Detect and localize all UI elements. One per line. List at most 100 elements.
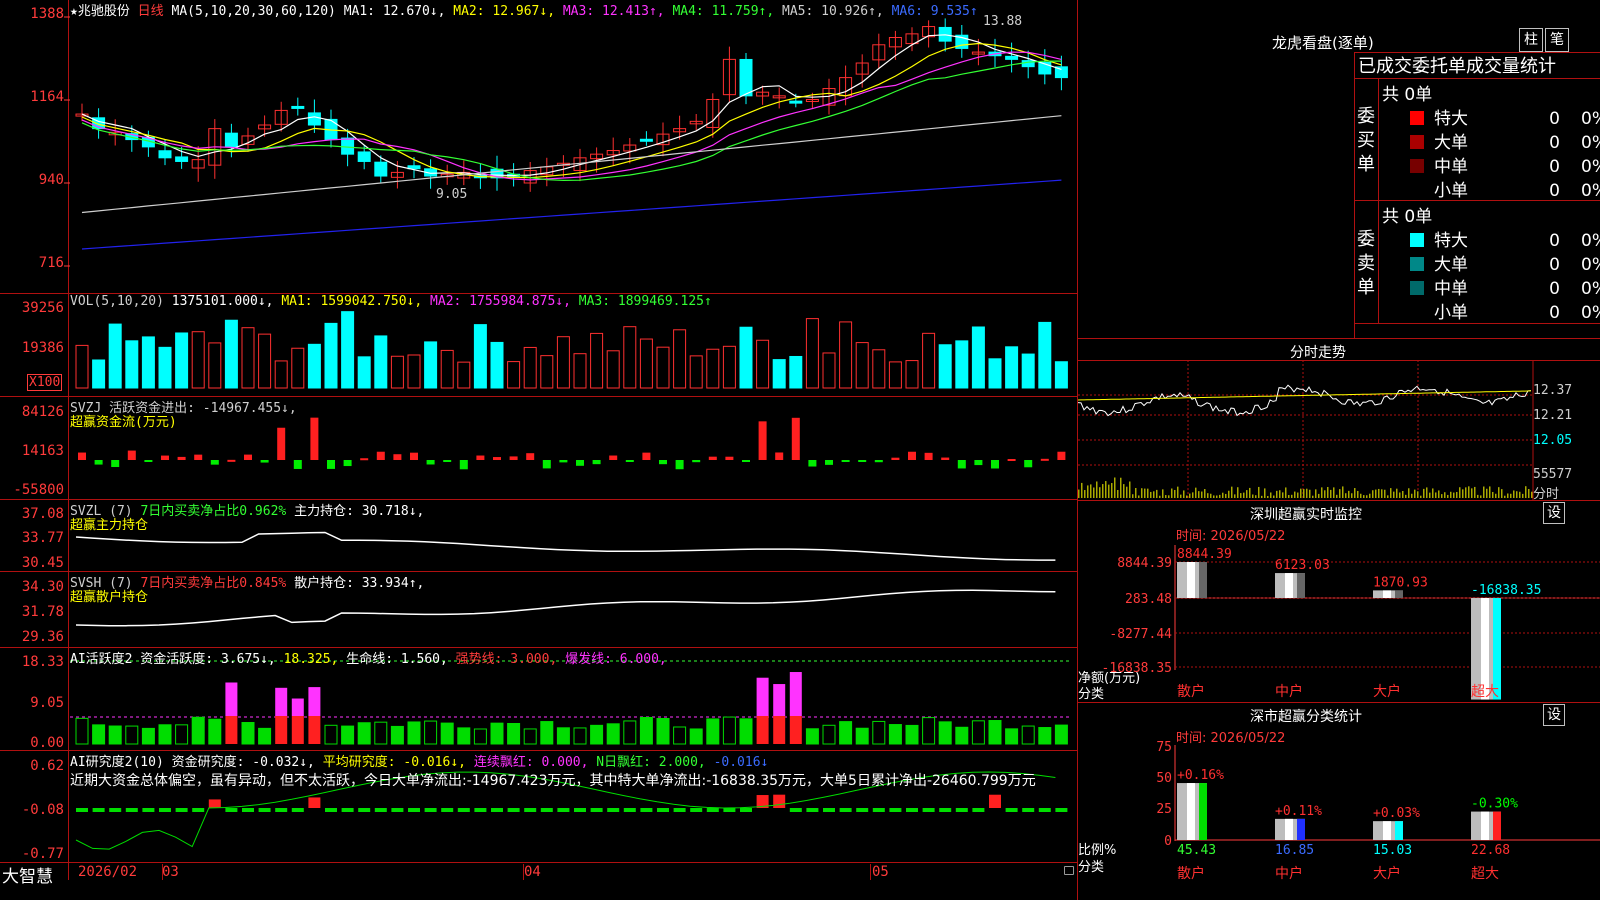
activity-bar [839,721,853,745]
volume-bar [108,323,122,389]
legend-swatch [1410,183,1424,197]
intraday-vol-bar [1159,495,1161,498]
intraday-chart[interactable] [1078,360,1600,500]
flow-bar [327,460,335,469]
bar-value-label: 8844.39 [1177,547,1232,562]
intraday-vol-bar [1087,485,1089,498]
svsh-axis-1: 34.30 [21,579,64,595]
flow-bar [775,452,784,460]
intraday-vol-bar [1396,488,1398,498]
volume-bar [75,344,89,389]
activity-bar [1021,725,1035,745]
axis-tick-label: 50 [1156,771,1172,786]
intraday-vol-bar [1165,495,1167,498]
ai1-axis-3: 0.00 [30,735,64,751]
flow-bar [758,421,767,460]
dragon-buy-row: 小单 0 0% [1410,176,1600,201]
intraday-vol-bar [1426,487,1428,498]
activity-bar [191,716,205,745]
intraday-vol-bar [1249,487,1251,498]
activity-bar [308,687,321,716]
svzj-axis-3: -55800 [13,482,64,498]
chart-area[interactable]: ★兆驰股份 日线 MA(5,10,20,30,60,120) MA1: 12.6… [0,0,1078,900]
intraday-vol-bar [1384,489,1386,498]
intraday-vol-bar [1489,486,1491,498]
bar-mode-button[interactable]: 柱 [1519,28,1543,52]
lock-icon[interactable] [1064,866,1074,875]
intraday-vol-bar [1078,489,1080,498]
axis-tick-label: 75 [1156,740,1172,755]
bar-sub-label: 15.03 [1373,843,1412,858]
activity-bar [789,716,802,744]
period-label[interactable]: 日线 [138,4,164,19]
vol-value: 1375101.000↓, [171,294,274,309]
activity-bar [606,723,620,745]
research-bar [989,794,1001,808]
candle [789,100,803,104]
research-bar [125,808,138,812]
intraday-vol-bar [1309,489,1311,498]
dragon-row-name: 特大 [1434,109,1468,129]
flow-bar [177,456,186,460]
intraday-title: 分时走势 [1290,345,1346,361]
activity-bar [291,698,304,716]
price-line [1078,384,1532,417]
activity-bar [241,722,255,745]
activity-bar [739,718,753,745]
intraday-axis-3: 12.05 [1533,433,1573,448]
ma-line [81,34,1062,177]
svsh-holding: 散户持仓: 33.934↑, [294,576,425,591]
research-bar [872,808,885,812]
intraday-vol-bar [1117,490,1119,498]
ai2-average: 平均研究度: -0.016↓, [322,755,466,770]
activity-bar [905,724,919,745]
bar-group [1373,821,1403,840]
volume-bar [673,329,687,389]
research-bar [906,808,918,812]
intraday-vol-bar [1090,484,1092,498]
bar-edge [1297,818,1305,840]
intraday-vol-bar [1150,491,1152,498]
dragon-row-percent: 0% [1581,157,1600,177]
research-bar [856,808,869,812]
intraday-vol-bar [1315,489,1317,498]
volume-bar [440,349,454,389]
research-bar [92,808,105,812]
intraday-vol-bar [1306,488,1308,498]
svzj-axis-1: 84126 [21,404,64,420]
vol-unit-badge[interactable]: X100 [27,374,63,391]
flow-bar [692,460,701,463]
intraday-vol-bar [1204,489,1206,498]
research-bar [839,808,852,812]
volume-bar [540,355,554,389]
volume-bar [141,336,155,389]
category-label: 中户 [1275,683,1303,700]
volume-bar [739,326,753,389]
intraday-vol-bar [1477,494,1479,498]
svzl-axis-3: 30.45 [21,555,64,571]
research-bar [823,808,835,812]
svsh-axis-2: 31.78 [21,604,64,620]
flow-bar [194,454,203,460]
brand-label: 大智慧 [2,867,53,887]
intraday-vol-bar [1336,494,1338,498]
intraday-vol-bar [1132,494,1134,498]
bar-highlight [1285,573,1293,598]
tick-mode-button[interactable]: 笔 [1545,28,1569,52]
intraday-vol-bar [1459,487,1461,498]
dragon-row-name: 中单 [1434,279,1468,299]
volume-bar [772,359,786,389]
intraday-vol-bar [1279,490,1281,498]
intraday-vol-bar [1252,494,1254,498]
volume-bar [424,341,438,389]
activity-bar [689,728,703,745]
sell-total: 共 0单 [1382,207,1433,227]
intraday-vol-bar [1081,482,1083,498]
intraday-vol-bar [1246,490,1248,498]
intraday-vol-bar [1525,486,1527,498]
intraday-vol-bar [1465,487,1467,498]
intraday-vol-bar [1354,488,1356,498]
dragon-row-count: 0 [1549,231,1560,251]
activity-bar [805,728,819,745]
ai2-axis-1: 0.62 [30,758,64,774]
